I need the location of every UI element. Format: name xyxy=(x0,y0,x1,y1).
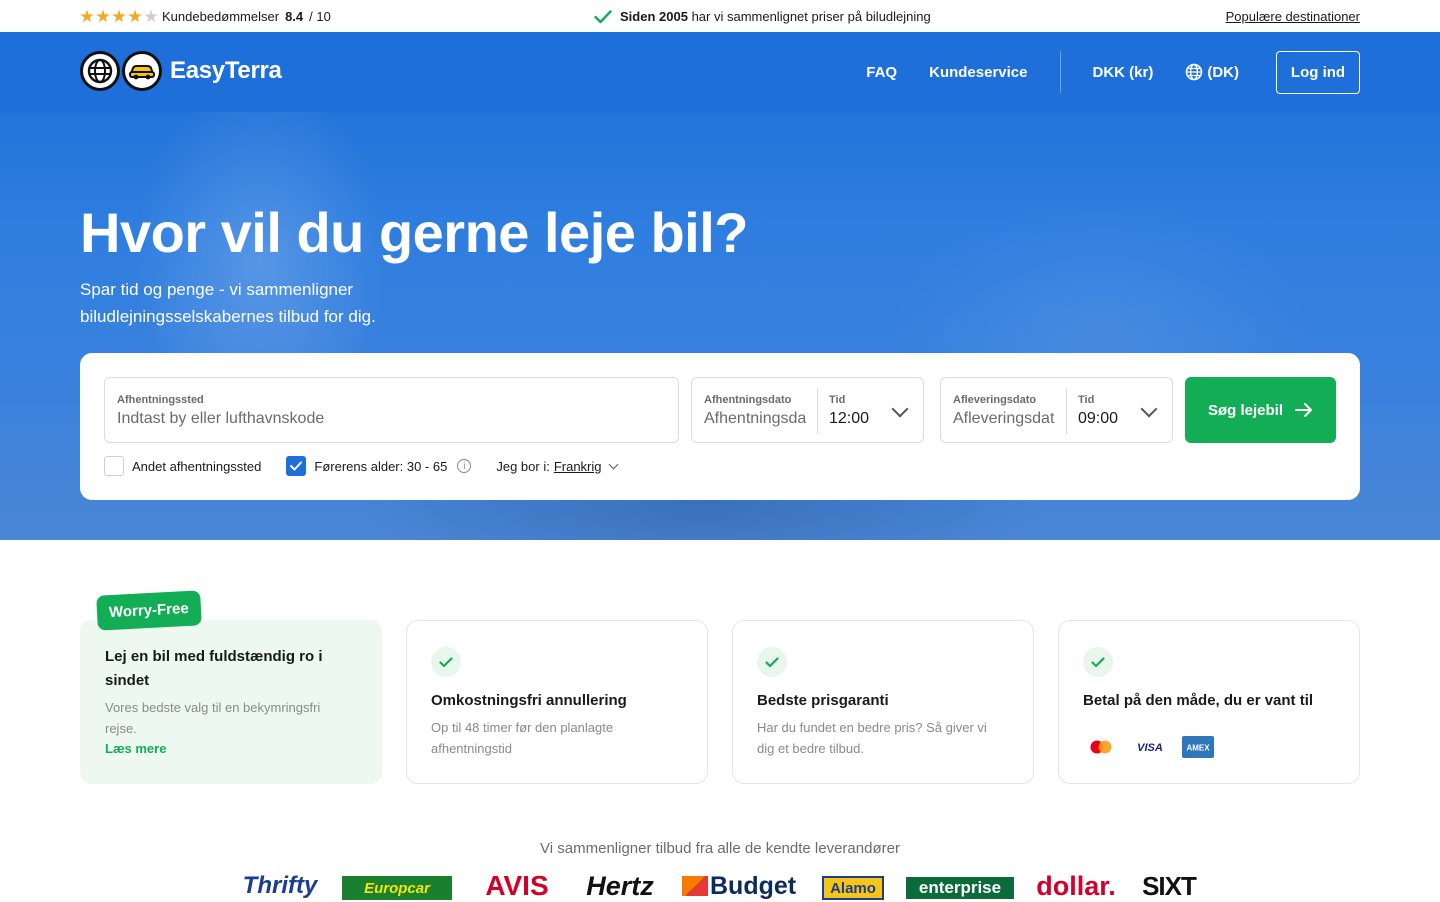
feature-title: Omkostningsfri annullering xyxy=(431,692,627,709)
checkmark-icon xyxy=(594,9,612,23)
mastercard-icon xyxy=(1090,740,1112,754)
globe-icon xyxy=(1186,63,1203,81)
pickup-location-label: Afhentningssted xyxy=(117,394,204,406)
pickup-location-input[interactable]: Indtast by eller lufthavnskode xyxy=(117,410,324,428)
residence-label: Jeg bor i: xyxy=(496,458,550,474)
nav-links: FAQ Kundeservice DKK (kr) (DK) Log ind xyxy=(834,50,1360,94)
feature-card-best-price: Bedste prisgaranti Har du fundet en bedr… xyxy=(732,620,1034,784)
hero-title: Hvor vil du gerne leje bil? xyxy=(80,201,749,264)
feature-title: Bedste prisgaranti xyxy=(757,692,889,709)
nav-faq[interactable]: FAQ xyxy=(866,64,897,81)
check-circle-icon xyxy=(757,647,787,677)
star-icon xyxy=(144,9,158,23)
feature-card-free-cancellation: Omkostningsfri annullering Op til 48 tim… xyxy=(406,620,708,784)
rating-label: Kundebedømmelser xyxy=(162,9,280,24)
star-icon xyxy=(96,9,110,23)
budget-logo-text: Budget xyxy=(710,871,797,900)
read-more-link[interactable]: Læs mere xyxy=(105,741,166,756)
popular-destinations-link[interactable]: Populære destinationer xyxy=(1226,9,1360,24)
field-divider xyxy=(1066,388,1067,434)
feature-description: Op til 48 timer før den planlagte afhent… xyxy=(431,720,614,756)
car-icon xyxy=(122,51,162,91)
search-form: Afhentningssted Indtast by eller lufthav… xyxy=(80,353,1360,500)
alamo-logo: Alamo xyxy=(822,876,884,900)
other-dropoff-label[interactable]: Andet afhentningssted xyxy=(132,459,261,474)
search-button-label: Søg lejebil xyxy=(1207,401,1283,419)
residence-select[interactable]: Frankrig xyxy=(554,459,602,474)
globe-icon xyxy=(80,51,120,91)
arrow-right-icon xyxy=(1295,403,1312,417)
budget-mark-icon xyxy=(682,876,708,896)
rating-suffix: / 10 xyxy=(309,9,331,24)
search-car-button[interactable]: Søg lejebil xyxy=(1185,377,1336,443)
feature-description: Har du fundet en bedre pris? Så giver vi… xyxy=(757,720,987,756)
dollar-logo: dollar. xyxy=(1036,870,1116,901)
provider-logos: Thrifty Europcar AVIS Hertz Budget Alamo… xyxy=(240,870,1200,901)
svg-text:AMEX: AMEX xyxy=(1186,744,1210,753)
dropoff-date-label: Afleveringsdato xyxy=(953,394,1037,406)
nav-divider xyxy=(1059,51,1061,93)
other-dropoff-checkbox[interactable] xyxy=(104,456,124,476)
avis-logo: AVIS xyxy=(485,870,549,901)
dropoff-date-input[interactable]: Afleveringsdat xyxy=(953,410,1055,428)
top-info-bar: Kundebedømmelser 8.4 / 10 Siden 2005 har… xyxy=(0,0,1440,32)
pickup-location-field[interactable]: Afhentningssted Indtast by eller lufthav… xyxy=(104,377,679,443)
star-icon xyxy=(128,9,142,23)
currency-selector[interactable]: DKK (kr) xyxy=(1093,64,1154,81)
checkmark-icon xyxy=(290,461,303,471)
worry-free-badge: Worry-Free xyxy=(96,590,202,631)
easyterra-logo[interactable]: EasyTerra xyxy=(80,51,282,91)
main-navigation: EasyTerra FAQ Kundeservice DKK (kr) (DK)… xyxy=(0,32,1440,112)
europcar-logo: Europcar xyxy=(342,876,452,900)
svg-text:VISA: VISA xyxy=(1137,742,1163,754)
driver-age-checkbox[interactable] xyxy=(286,456,307,476)
pickup-time-select[interactable]: 12:00 xyxy=(829,410,869,428)
dropoff-date-field[interactable]: Afleveringsdato Afleveringsdat Tid 09:00 xyxy=(940,377,1173,443)
driver-age-label[interactable]: Førerens alder: 30 - 65 xyxy=(314,459,447,474)
dropoff-time-select[interactable]: 09:00 xyxy=(1078,410,1118,428)
nav-customer-service[interactable]: Kundeservice xyxy=(929,64,1027,81)
pickup-date-input[interactable]: Afhentningsda xyxy=(704,410,806,428)
enterprise-logo: enterprise xyxy=(906,877,1014,899)
feature-title: Lej en bil med fuldstændig ro i sindet xyxy=(105,648,323,689)
info-icon[interactable]: i xyxy=(457,459,472,473)
feature-title: Betal på den måde, du er vant til xyxy=(1083,692,1314,709)
language-label: (DK) xyxy=(1207,63,1239,81)
dropoff-time-label: Tid xyxy=(1078,394,1095,406)
feature-card-payment: Betal på den måde, du er vant til VISA A… xyxy=(1058,620,1360,784)
star-icon xyxy=(112,9,126,23)
providers-title: Vi sammenligner tilbud fra alle de kendt… xyxy=(540,840,900,857)
chevron-down-icon[interactable] xyxy=(1140,400,1158,418)
visa-icon: VISA xyxy=(1137,742,1163,754)
star-icon xyxy=(80,9,94,23)
check-circle-icon xyxy=(1083,647,1113,677)
brand-name: EasyTerra xyxy=(170,57,282,84)
thrifty-logo: Thrifty xyxy=(242,872,318,899)
rating-value: 8.4 xyxy=(285,9,304,24)
pickup-time-label: Tid xyxy=(829,394,846,406)
field-divider xyxy=(817,388,818,434)
since-2005-message: Siden 2005 har vi sammenlignet priser på… xyxy=(594,9,931,24)
since-rest: har vi sammenlignet priser på biludlejni… xyxy=(691,9,931,24)
customer-rating: Kundebedømmelser 8.4 / 10 xyxy=(80,9,331,24)
payment-methods: VISA AMEX xyxy=(1083,735,1215,759)
budget-logo: Budget xyxy=(682,872,798,900)
sixt-logo: SIXT xyxy=(1142,870,1197,901)
features-section: Worry-Free Lej en bil med fuldstændig ro… xyxy=(80,590,1360,784)
pickup-date-label: Afhentningsdato xyxy=(704,394,792,406)
chevron-down-icon[interactable] xyxy=(891,400,909,418)
search-options: Andet afhentningssted Førerens alder: 30… xyxy=(104,456,618,476)
hero-subtitle: Spar tid og penge - vi sammenligner bilu… xyxy=(80,280,376,326)
hertz-logo: Hertz xyxy=(586,870,654,901)
feature-description: Vores bedste valg til en bekymringsfri r… xyxy=(105,700,321,736)
amex-icon: AMEX xyxy=(1182,736,1214,758)
feature-card-worry-free: Worry-Free Lej en bil med fuldstændig ro… xyxy=(80,590,382,784)
since-bold: Siden 2005 xyxy=(620,9,688,24)
pickup-date-field[interactable]: Afhentningsdato Afhentningsda Tid 12:00 xyxy=(691,377,924,443)
language-selector[interactable]: (DK) xyxy=(1185,63,1239,81)
chevron-down-icon[interactable] xyxy=(608,459,618,469)
login-button[interactable]: Log ind xyxy=(1276,50,1360,94)
check-circle-icon xyxy=(431,647,461,677)
